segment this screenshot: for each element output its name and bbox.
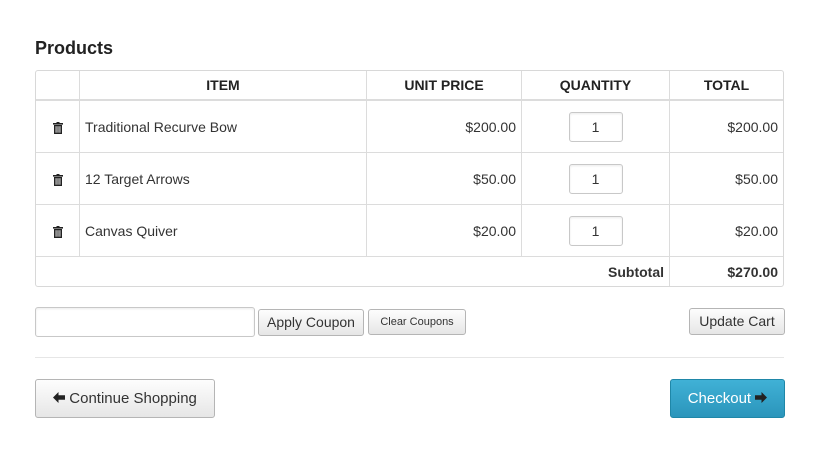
- quantity-input[interactable]: [568, 111, 623, 142]
- line-total: $20.00: [670, 205, 783, 257]
- header-total: TOTAL: [670, 71, 783, 101]
- page-title: Products: [35, 38, 114, 58]
- trash-icon[interactable]: [52, 121, 63, 134]
- subtotal-label: Subtotal: [36, 257, 670, 286]
- trash-icon[interactable]: [52, 225, 63, 238]
- header-delete: [36, 71, 80, 101]
- quantity-cell: [522, 205, 670, 257]
- checkout-button[interactable]: Checkout: [670, 379, 785, 418]
- coupon-input[interactable]: [35, 307, 255, 337]
- unit-price: $50.00: [367, 153, 522, 205]
- unit-price: $200.00: [367, 101, 522, 153]
- item-name: Canvas Quiver: [80, 205, 367, 257]
- unit-price: $20.00: [367, 205, 522, 257]
- header-quantity: QUANTITY: [522, 71, 670, 101]
- quantity-cell: [522, 101, 670, 153]
- header-unit-price: UNIT PRICE: [367, 71, 522, 101]
- quantity-input[interactable]: [568, 215, 623, 246]
- update-cart-button[interactable]: Update Cart: [689, 308, 785, 335]
- divider: [35, 357, 784, 358]
- table-row: 12 Target Arrows $50.00 $50.00: [36, 153, 783, 205]
- continue-shopping-button[interactable]: Continue Shopping: [35, 379, 215, 418]
- quantity-cell: [522, 153, 670, 205]
- delete-cell: [36, 153, 80, 205]
- quantity-input[interactable]: [568, 163, 623, 194]
- subtotal-value: $270.00: [727, 263, 778, 280]
- header-item: ITEM: [80, 71, 367, 101]
- line-total: $200.00: [670, 101, 783, 153]
- table-row: Canvas Quiver $20.00 $20.00: [36, 205, 783, 257]
- line-total: $50.00: [670, 153, 783, 205]
- item-name: 12 Target Arrows: [80, 153, 367, 205]
- checkout-label: Checkout: [687, 390, 752, 407]
- trash-icon[interactable]: [52, 173, 63, 186]
- continue-shopping-label: Continue Shopping: [69, 390, 197, 407]
- subtotal-row: Subtotal $270.00: [36, 257, 783, 286]
- table-row: Traditional Recurve Bow $200.00 $200.00: [36, 101, 783, 153]
- delete-cell: [36, 205, 80, 257]
- clear-coupons-button[interactable]: Clear Coupons: [368, 309, 466, 335]
- arrow-left-icon: [53, 380, 66, 417]
- arrow-right-icon: [755, 380, 768, 417]
- table-header-row: ITEM UNIT PRICE QUANTITY TOTAL: [36, 71, 783, 101]
- delete-cell: [36, 101, 80, 153]
- cart-table: ITEM UNIT PRICE QUANTITY TOTAL Tradition…: [35, 70, 784, 287]
- apply-coupon-button[interactable]: Apply Coupon: [258, 309, 364, 336]
- item-name: Traditional Recurve Bow: [80, 101, 367, 153]
